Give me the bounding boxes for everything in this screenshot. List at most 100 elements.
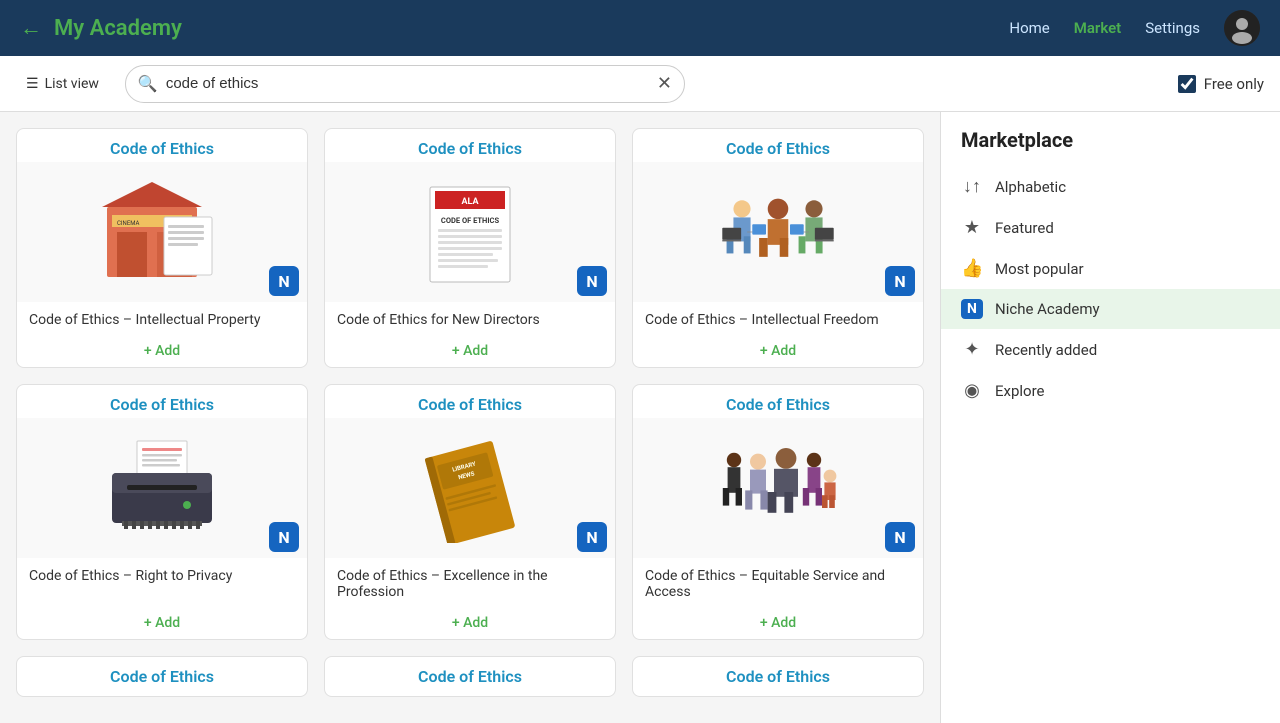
card-5: Code of Ethics LIBRARY NEWS — [324, 384, 616, 640]
svg-text:N: N — [586, 272, 597, 291]
sidebar-item-alphabetic[interactable]: ↓↑ Alphabetic — [941, 166, 1280, 207]
sidebar-item-most-popular-label: Most popular — [995, 260, 1084, 278]
card-6-title: Code of Ethics — [633, 385, 923, 418]
list-view-button[interactable]: ☰ List view — [16, 70, 109, 98]
sidebar-item-niche-academy[interactable]: N Niche Academy — [941, 289, 1280, 329]
toolbar: ☰ List view 🔍 ✕ Free only — [0, 56, 1280, 112]
card-3-footer: + Add — [633, 332, 923, 367]
user-avatar[interactable] — [1224, 10, 1260, 46]
svg-text:CODE OF ETHICS: CODE OF ETHICS — [441, 216, 500, 225]
card-1: Code of Ethics CINEMA — [16, 128, 308, 368]
niche-badge-1: N — [269, 266, 299, 296]
card-6-image: N — [633, 418, 923, 558]
svg-text:N: N — [278, 528, 289, 547]
explore-icon: ◉ — [961, 380, 983, 401]
card-3-add-button[interactable]: + Add — [760, 343, 796, 359]
card-5-add-button[interactable]: + Add — [452, 615, 488, 631]
nav-home[interactable]: Home — [1009, 19, 1049, 37]
niche-badge-3: N — [885, 266, 915, 296]
card-3-image: N — [633, 162, 923, 302]
card-3: Code of Ethics — [632, 128, 924, 368]
card-4-subtitle: Code of Ethics – Right to Privacy — [17, 558, 307, 604]
svg-text:ALA: ALA — [461, 197, 479, 207]
card-3-title: Code of Ethics — [633, 129, 923, 162]
card-4-title: Code of Ethics — [17, 385, 307, 418]
card-4-footer: + Add — [17, 604, 307, 639]
card-5-footer: + Add — [325, 604, 615, 639]
partial-card-2: Code of Ethics — [324, 656, 616, 697]
sort-alpha-icon: ↓↑ — [961, 176, 983, 197]
sidebar-item-recently-added-label: Recently added — [995, 341, 1097, 359]
recently-added-icon: ✦ — [961, 339, 983, 360]
card-5-subtitle: Code of Ethics – Excellence in the Profe… — [325, 558, 615, 604]
niche-badge-5: N — [577, 522, 607, 552]
main-layout: Code of Ethics CINEMA — [0, 112, 1280, 723]
card-3-subtitle: Code of Ethics – Intellectual Freedom — [633, 302, 923, 332]
card-5-image: LIBRARY NEWS N — [325, 418, 615, 558]
card-4-add-button[interactable]: + Add — [144, 615, 180, 631]
app-title: My Academy — [54, 16, 182, 41]
niche-badge-6: N — [885, 522, 915, 552]
card-2: Code of Ethics ALA CODE OF ETHICS — [324, 128, 616, 368]
nav-market[interactable]: Market — [1074, 19, 1121, 37]
svg-text:N: N — [278, 272, 289, 291]
niche-icon: N — [961, 299, 983, 319]
list-view-label: List view — [45, 76, 99, 92]
sidebar-item-alphabetic-label: Alphabetic — [995, 178, 1066, 196]
card-grid: Code of Ethics CINEMA — [0, 112, 940, 656]
sidebar: Marketplace ↓↑ Alphabetic ★ Featured 👍 M… — [940, 112, 1280, 723]
sidebar-title: Marketplace — [941, 128, 1280, 166]
card-1-add-button[interactable]: + Add — [144, 343, 180, 359]
content-wrapper: Code of Ethics CINEMA — [0, 112, 940, 723]
svg-text:N: N — [894, 528, 905, 547]
niche-badge-2: N — [577, 266, 607, 296]
header-nav: Home Market Settings — [1009, 10, 1260, 46]
nav-settings[interactable]: Settings — [1145, 19, 1200, 37]
partial-card-1-title: Code of Ethics — [25, 667, 299, 686]
partial-card-3-title: Code of Ethics — [641, 667, 915, 686]
partial-card-3: Code of Ethics — [632, 656, 924, 697]
card-1-subtitle: Code of Ethics – Intellectual Property — [17, 302, 307, 332]
card-2-add-button[interactable]: + Add — [452, 343, 488, 359]
card-6-footer: + Add — [633, 604, 923, 639]
sidebar-item-explore-label: Explore — [995, 382, 1045, 400]
niche-badge-4: N — [269, 522, 299, 552]
header-left: ← My Academy — [20, 15, 182, 41]
svg-text:N: N — [586, 528, 597, 547]
sidebar-item-most-popular[interactable]: 👍 Most popular — [941, 248, 1280, 289]
card-4: Code of Ethics — [16, 384, 308, 640]
card-6-subtitle: Code of Ethics – Equitable Service and A… — [633, 558, 923, 604]
search-bar: 🔍 ✕ — [125, 65, 685, 103]
free-only-checkbox[interactable] — [1178, 75, 1196, 93]
card-1-title: Code of Ethics — [17, 129, 307, 162]
card-2-image: ALA CODE OF ETHICS N — [325, 162, 615, 302]
sidebar-item-featured-label: Featured — [995, 219, 1054, 237]
card-1-footer: + Add — [17, 332, 307, 367]
sidebar-item-explore[interactable]: ◉ Explore — [941, 370, 1280, 411]
clear-search-button[interactable]: ✕ — [657, 75, 672, 93]
card-2-footer: + Add — [325, 332, 615, 367]
card-6: Code of Ethics — [632, 384, 924, 640]
sidebar-item-niche-academy-label: Niche Academy — [995, 300, 1100, 318]
card-6-add-button[interactable]: + Add — [760, 615, 796, 631]
back-button[interactable]: ← — [20, 15, 42, 41]
search-icon: 🔍 — [138, 74, 158, 93]
free-only-text: Free only — [1204, 75, 1264, 93]
thumbs-up-icon: 👍 — [961, 258, 983, 279]
card-5-title: Code of Ethics — [325, 385, 615, 418]
sidebar-item-featured[interactable]: ★ Featured — [941, 207, 1280, 248]
sidebar-item-recently-added[interactable]: ✦ Recently added — [941, 329, 1280, 370]
partial-card-1: Code of Ethics — [16, 656, 308, 697]
free-only-label[interactable]: Free only — [1178, 75, 1264, 93]
card-1-image: CINEMA N — [17, 162, 307, 302]
card-4-image: N — [17, 418, 307, 558]
partial-cards-row: Code of Ethics Code of Ethics Code of Et… — [0, 656, 940, 713]
partial-card-2-title: Code of Ethics — [333, 667, 607, 686]
star-icon: ★ — [961, 217, 983, 238]
list-view-icon: ☰ — [26, 76, 39, 92]
card-2-subtitle: Code of Ethics for New Directors — [325, 302, 615, 332]
svg-text:N: N — [894, 272, 905, 291]
header: ← My Academy Home Market Settings — [0, 0, 1280, 56]
search-input[interactable] — [166, 75, 657, 92]
card-2-title: Code of Ethics — [325, 129, 615, 162]
